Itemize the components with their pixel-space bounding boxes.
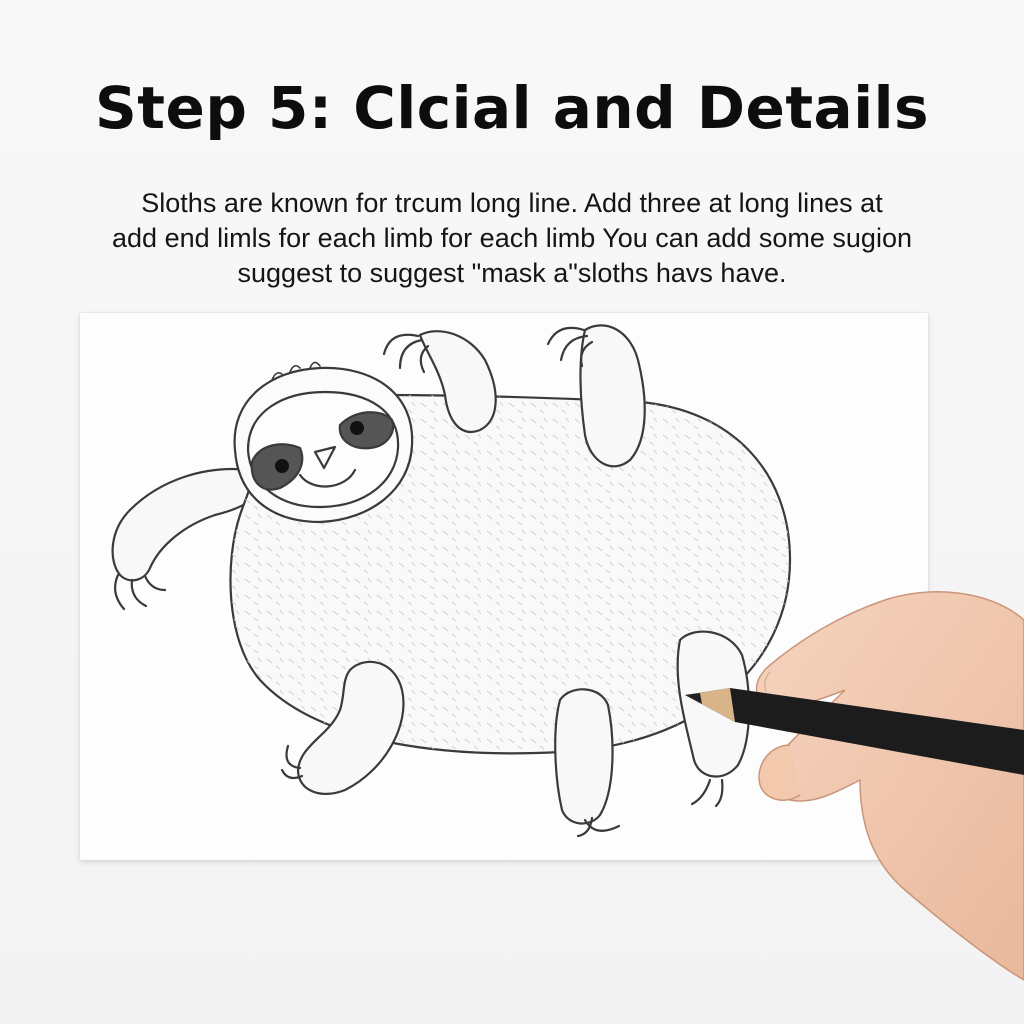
tutorial-page: Step 5: Clcial and Details Sloths are kn… — [0, 0, 1024, 1024]
front-leg-right — [554, 688, 621, 838]
sloth-head — [233, 361, 414, 524]
drawing-hand — [755, 591, 1024, 981]
sloth-drawing-illustration — [111, 324, 1024, 981]
left-arm — [111, 468, 252, 611]
